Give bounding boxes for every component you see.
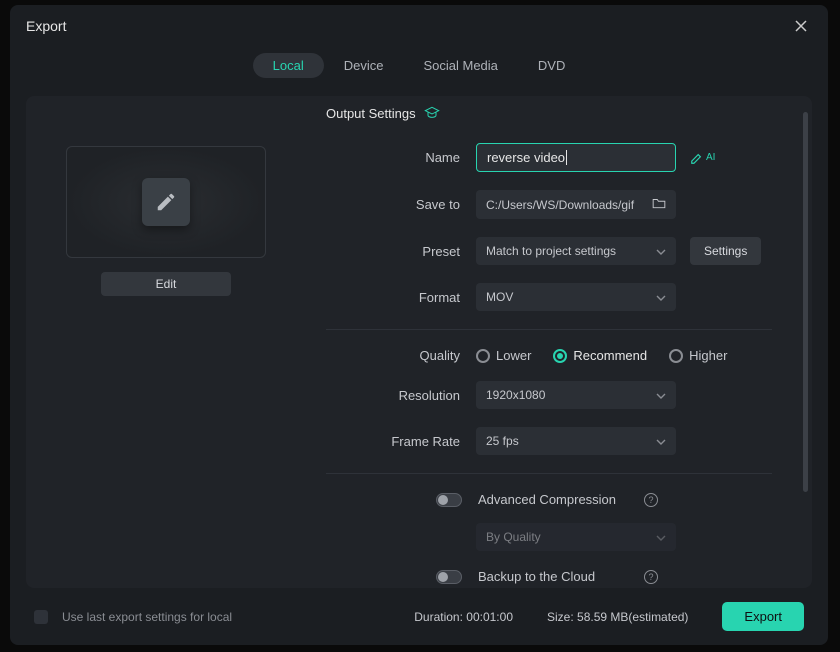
chevron-down-icon (656, 388, 666, 402)
footer: Use last export settings for local Durat… (10, 588, 828, 645)
framerate-label: Frame Rate (326, 434, 476, 449)
duration-stat: Duration: 00:01:00 (414, 610, 513, 624)
size-label: Size: (547, 610, 574, 624)
quality-lower[interactable]: Lower (476, 348, 531, 363)
quality-lower-label: Lower (496, 348, 531, 363)
name-row: Name reverse video AI (326, 143, 772, 172)
saveto-row: Save to C:/Users/WS/Downloads/gif (326, 190, 772, 219)
preset-value: Match to project settings (486, 244, 616, 258)
quality-row: Quality Lower Recommend High (326, 348, 772, 363)
content: Edit Output Settings Name reverse video … (26, 96, 812, 588)
dialog-title: Export (26, 18, 66, 34)
edit-button[interactable]: Edit (101, 272, 231, 296)
saveto-label: Save to (326, 197, 476, 212)
advcomp-toggle[interactable] (436, 493, 462, 507)
chevron-down-icon (656, 530, 666, 544)
divider (326, 329, 772, 330)
resolution-row: Resolution 1920x1080 (326, 381, 772, 409)
resolution-value: 1920x1080 (486, 388, 545, 402)
tab-social-media[interactable]: Social Media (403, 53, 517, 78)
divider (326, 473, 772, 474)
preset-select[interactable]: Match to project settings (476, 237, 676, 265)
format-row: Format MOV (326, 283, 772, 311)
export-tabs: Local Device Social Media DVD (10, 53, 828, 78)
duration-label: Duration: (414, 610, 463, 624)
backup-label: Backup to the Cloud (478, 569, 628, 584)
advcomp-mode-select: By Quality (476, 523, 676, 551)
resolution-label: Resolution (326, 388, 476, 403)
resolution-select[interactable]: 1920x1080 (476, 381, 676, 409)
chevron-down-icon (656, 434, 666, 448)
name-input[interactable]: reverse video (476, 143, 676, 172)
tab-dvd[interactable]: DVD (518, 53, 585, 78)
framerate-value: 25 fps (486, 434, 519, 448)
use-last-label: Use last export settings for local (62, 610, 232, 624)
format-value: MOV (486, 290, 513, 304)
backup-toggle[interactable] (436, 570, 462, 584)
duration-value: 00:01:00 (466, 610, 513, 624)
export-button[interactable]: Export (722, 602, 804, 631)
quality-higher[interactable]: Higher (669, 348, 727, 363)
output-settings-heading: Output Settings (326, 106, 772, 121)
backup-row: Backup to the Cloud ? (326, 569, 772, 584)
chevron-down-icon (656, 290, 666, 304)
preview-pane: Edit (26, 96, 306, 588)
help-icon[interactable]: ? (644, 570, 658, 584)
quality-recommend[interactable]: Recommend (553, 348, 647, 363)
preview-thumbnail (66, 146, 266, 258)
framerate-row: Frame Rate 25 fps (326, 427, 772, 455)
quality-higher-label: Higher (689, 348, 727, 363)
advcomp-mode-value: By Quality (486, 530, 541, 544)
tab-device[interactable]: Device (324, 53, 404, 78)
chevron-down-icon (656, 244, 666, 258)
name-label: Name (326, 150, 476, 165)
framerate-select[interactable]: 25 fps (476, 427, 676, 455)
close-icon[interactable] (790, 15, 812, 37)
scrollbar-thumb[interactable] (803, 112, 808, 492)
size-stat: Size: 58.59 MB(estimated) (547, 610, 688, 624)
ai-rename-icon[interactable]: AI (690, 151, 715, 165)
preset-row: Preset Match to project settings Setting… (326, 237, 772, 265)
export-dialog: Export Local Device Social Media DVD Edi… (10, 5, 828, 645)
titlebar: Export (10, 5, 828, 45)
advcomp-mode-row: By Quality (326, 523, 772, 551)
size-value: 58.59 MB(estimated) (577, 610, 688, 624)
format-select[interactable]: MOV (476, 283, 676, 311)
settings-pane: Output Settings Name reverse video AI Sa… (306, 96, 812, 588)
format-label: Format (326, 290, 476, 305)
quality-recommend-label: Recommend (573, 348, 647, 363)
tab-local[interactable]: Local (253, 53, 324, 78)
use-last-checkbox[interactable] (34, 610, 48, 624)
section-title: Output Settings (326, 106, 416, 121)
edit-placeholder-icon (142, 178, 190, 226)
preset-settings-button[interactable]: Settings (690, 237, 761, 265)
scrollbar[interactable] (803, 112, 808, 552)
quality-label: Quality (326, 348, 476, 363)
quality-radio-group: Lower Recommend Higher (476, 348, 727, 363)
saveto-path[interactable]: C:/Users/WS/Downloads/gif (476, 190, 676, 219)
advcomp-label: Advanced Compression (478, 492, 628, 507)
preset-label: Preset (326, 244, 476, 259)
advcomp-row: Advanced Compression ? (326, 492, 772, 507)
folder-icon[interactable] (652, 197, 666, 212)
graduation-icon[interactable] (424, 106, 440, 121)
saveto-value: C:/Users/WS/Downloads/gif (486, 198, 634, 212)
help-icon[interactable]: ? (644, 493, 658, 507)
